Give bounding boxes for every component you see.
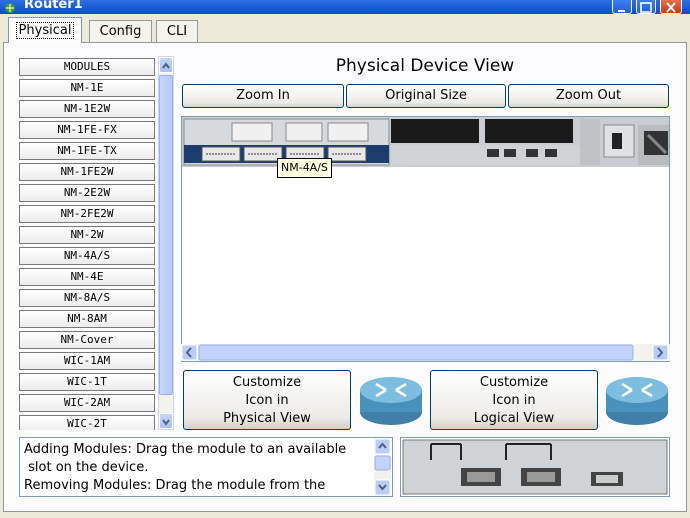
list-item[interactable]: NM-2FE2W [19,205,155,223]
customize-physical-line-2: Icon in [245,393,289,408]
customize-physical-line-3: Physical View [223,411,311,426]
help-scrollbar[interactable] [374,438,391,496]
module-preview [400,437,670,497]
list-item[interactable]: NM-2W [19,226,155,244]
router-icon [358,372,424,428]
window-title: Router1 [24,0,83,12]
module-preview-image [402,439,668,495]
list-item[interactable]: NM-1FE-FX [19,121,155,139]
help-text-box: Adding Modules: Drag the module to an av… [19,437,393,497]
title-bar [0,0,690,14]
router-icon [604,372,670,428]
help-line-1: Adding Modules: Drag the module to an av… [24,442,347,457]
list-item[interactable]: NM-8A/S [19,289,155,307]
scroll-down-icon[interactable] [159,413,173,429]
customize-logical-line-1: Customize [479,375,549,390]
help-line-2: slot on the device. [24,460,149,475]
scroll-thumb[interactable] [159,75,173,395]
list-item[interactable]: NM-8AM [19,310,155,328]
zoom-in-button[interactable]: Zoom In [182,84,344,108]
list-item[interactable]: NM-1FE2W [19,163,155,181]
viewport-hscrollbar[interactable] [181,344,670,361]
tab-physical-label: Physical [15,22,75,39]
list-item[interactable]: NM-4E [19,268,155,286]
list-item[interactable]: NM-4A/S [19,247,155,265]
list-item[interactable]: NM-1E [19,79,155,97]
original-size-button[interactable]: Original Size [346,84,506,108]
list-item[interactable]: NM-Cover [19,331,155,349]
list-item[interactable]: WIC-2AM [19,394,155,412]
list-item[interactable]: WIC-1AM [19,352,155,370]
list-item[interactable]: WIC-2T [19,415,155,430]
tab-cli[interactable]: CLI [156,20,198,42]
router-chassis-image [182,117,669,167]
module-tooltip: NM-4A/S [277,158,332,178]
maximize-icon[interactable] [636,0,656,14]
tab-config[interactable]: Config [89,20,152,42]
customize-logical-line-3: Logical View [473,411,555,426]
modules-scrollbar[interactable] [158,56,174,430]
device-viewport[interactable] [181,116,670,362]
customize-logical-line-2: Icon in [492,393,536,408]
tab-physical[interactable]: Physical [8,17,82,43]
packet-tracer-app-icon [4,0,16,13]
list-item[interactable]: NM-2E2W [19,184,155,202]
list-item[interactable]: NM-1FE-TX [19,142,155,160]
modules-header[interactable]: MODULES [19,58,155,76]
modules-list: MODULES NM-1E NM-1E2W NM-1FE-FX NM-1FE-T… [19,56,157,430]
scroll-up-icon[interactable] [159,57,173,73]
customize-physical-line-1: Customize [232,375,302,390]
page-title: Physical Device View [335,56,515,76]
list-item[interactable]: WIC-1T [19,373,155,391]
customize-logical-view-button[interactable]: Customize Icon in Logical View [430,370,598,430]
customize-physical-view-button[interactable]: Customize Icon in Physical View [183,370,351,430]
minimize-icon[interactable] [612,0,632,14]
list-item[interactable]: NM-1E2W [19,100,155,118]
zoom-out-button[interactable]: Zoom Out [508,84,669,108]
help-line-3: Removing Modules: Drag the module from t… [24,478,326,493]
close-icon[interactable] [660,0,682,14]
